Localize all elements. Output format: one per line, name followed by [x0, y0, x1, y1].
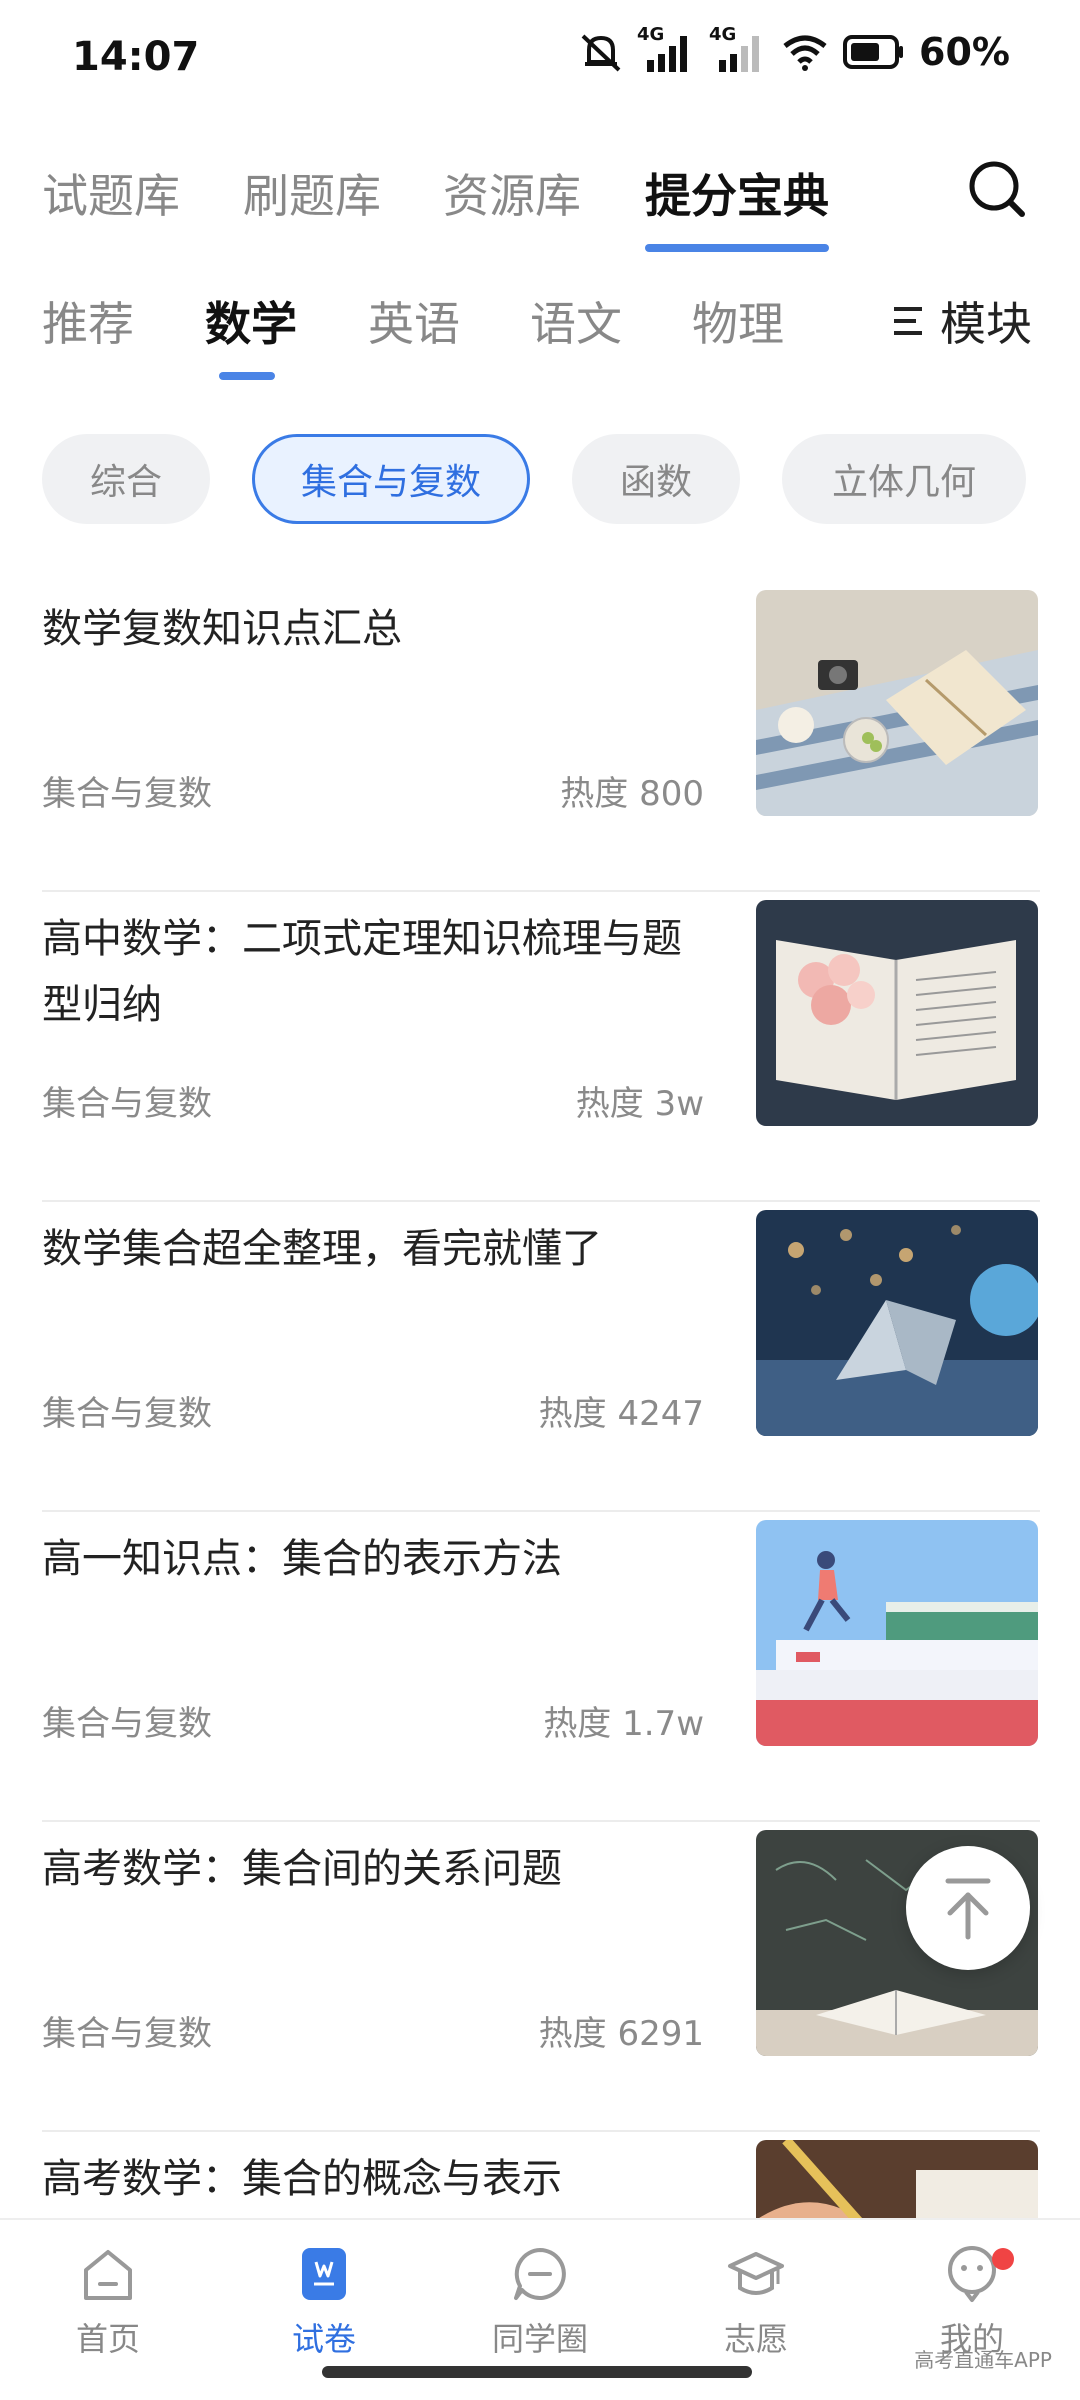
- article-heat: 热度 4247: [538, 1394, 704, 1434]
- article-tag: 集合与复数: [42, 1704, 212, 1744]
- signal-icon-2: 4G: [709, 24, 767, 74]
- article-heat: 热度 1.7w: [543, 1704, 704, 1744]
- article-thumbnail: [756, 590, 1038, 816]
- list-item[interactable]: 高中数学：二项式定理知识梳理与题型归纳 集合与复数 热度 3w: [42, 892, 1040, 1202]
- article-title: 数学集合超全整理，看完就懂了: [42, 1226, 602, 1272]
- article-tag: 集合与复数: [42, 774, 212, 814]
- nav-item-profile[interactable]: 我的: [882, 2244, 1062, 2360]
- tab-label: 提分宝典: [645, 169, 829, 223]
- subject-tab-label: 物理: [692, 297, 784, 351]
- chip-label: 立体几何: [831, 462, 976, 503]
- chip-label: 函数: [619, 462, 692, 503]
- nav-label: 同学圈: [491, 2320, 588, 2358]
- article-title: 高考数学：集合间的关系问题: [42, 1846, 562, 1892]
- menu-icon: [894, 307, 922, 335]
- article-tag: 集合与复数: [42, 1394, 212, 1434]
- nav-item-home[interactable]: 首页: [18, 2244, 198, 2360]
- status-bar: 14:07 4G 4G 60%: [0, 0, 1080, 110]
- subject-tab-math[interactable]: 数学: [205, 288, 297, 380]
- module-button[interactable]: 模块: [892, 288, 1032, 354]
- tab-score-guide[interactable]: 提分宝典: [645, 160, 829, 252]
- chip-general[interactable]: 综合: [42, 434, 210, 524]
- arrow-up-icon: [945, 1878, 991, 1940]
- chip-solid-geometry[interactable]: 立体几何: [782, 434, 1026, 524]
- subject-tab-bar: 推荐 数学 英语 语文 物理 模块: [0, 280, 1080, 380]
- chip-label: 集合与复数: [300, 462, 481, 503]
- article-heat: 热度 800: [560, 774, 704, 814]
- subject-tab-chinese[interactable]: 语文: [530, 288, 622, 354]
- wifi-icon: [783, 35, 827, 71]
- battery-icon: [843, 35, 904, 69]
- battery-percent: 60%: [919, 30, 1010, 74]
- article-list: 数学复数知识点汇总 集合与复数 热度 800 高中数学：二项式定理知识梳理与题型…: [42, 582, 1040, 2400]
- top-tab-bar: 试题库 刷题库 资源库 提分宝典: [0, 150, 1080, 252]
- status-icons: 4G 4G 60%: [579, 24, 1010, 74]
- search-icon: [969, 161, 1025, 217]
- app-watermark: 高考直通车APP: [914, 2348, 1052, 2372]
- signal-icon-1: 4G: [637, 24, 695, 74]
- article-tag: 集合与复数: [42, 1084, 212, 1124]
- article-title: 数学复数知识点汇总: [42, 606, 402, 652]
- tab-resource-bank[interactable]: 资源库: [443, 160, 581, 226]
- article-title: 高中数学：二项式定理知识梳理与题型归纳: [42, 916, 682, 1028]
- active-subject-indicator: [219, 372, 275, 380]
- app-screen: 14:07 4G 4G 60% 试题库 刷题库 资源库 提分宝典 推荐 数学 英…: [0, 0, 1080, 2400]
- subject-tab-label: 数学: [205, 297, 297, 351]
- list-item[interactable]: 高一知识点：集合的表示方法 集合与复数 热度 1.7w: [42, 1512, 1040, 1822]
- notification-badge: [992, 2248, 1014, 2270]
- article-thumbnail: [756, 900, 1038, 1126]
- nav-label: 试卷: [291, 2320, 356, 2358]
- home-indicator[interactable]: [322, 2366, 752, 2378]
- active-tab-indicator: [645, 244, 829, 252]
- tab-label: 资源库: [443, 169, 581, 223]
- chip-label: 综合: [89, 462, 162, 503]
- subject-tab-recommend[interactable]: 推荐: [42, 288, 134, 354]
- article-title: 高考数学：集合的概念与表示: [42, 2156, 562, 2202]
- list-item[interactable]: 数学集合超全整理，看完就懂了 集合与复数 热度 4247: [42, 1202, 1040, 1512]
- list-item[interactable]: 高考数学：集合间的关系问题 集合与复数 热度 6291: [42, 1822, 1040, 2132]
- nav-item-exam[interactable]: 试卷: [234, 2244, 414, 2360]
- exam-paper-icon: [302, 2248, 346, 2300]
- article-heat: 热度 3w: [575, 1084, 704, 1124]
- nav-item-aspiration[interactable]: 志愿: [666, 2244, 846, 2360]
- module-label: 模块: [940, 297, 1032, 351]
- search-button[interactable]: [962, 154, 1032, 224]
- back-to-top-button[interactable]: [906, 1846, 1030, 1970]
- nav-item-classmates[interactable]: 同学圈: [450, 2244, 630, 2360]
- article-thumbnail: [756, 1210, 1038, 1436]
- mute-icon: [581, 34, 621, 72]
- subject-tab-english[interactable]: 英语: [368, 288, 460, 354]
- chip-functions[interactable]: 函数: [572, 434, 740, 524]
- tab-question-bank[interactable]: 试题库: [42, 160, 180, 226]
- article-heat: 热度 6291: [538, 2014, 704, 2054]
- list-item[interactable]: 数学复数知识点汇总 集合与复数 热度 800: [42, 582, 1040, 892]
- status-time: 14:07: [72, 34, 200, 80]
- tab-practice-bank[interactable]: 刷题库: [243, 160, 381, 226]
- home-icon: [84, 2250, 132, 2300]
- nav-label: 首页: [75, 2320, 140, 2358]
- tab-label: 刷题库: [243, 169, 381, 223]
- topic-chip-row: 综合 集合与复数 函数 立体几何: [0, 434, 1080, 526]
- subject-tab-label: 语文: [530, 297, 622, 351]
- subject-tab-physics[interactable]: 物理: [692, 288, 784, 354]
- subject-tab-label: 英语: [368, 297, 460, 351]
- tab-label: 试题库: [42, 169, 180, 223]
- article-title: 高一知识点：集合的表示方法: [42, 1536, 562, 1582]
- article-tag: 集合与复数: [42, 2014, 212, 2054]
- graduation-cap-icon: [728, 2252, 784, 2295]
- chip-sets-complex[interactable]: 集合与复数: [252, 434, 530, 524]
- nav-label: 志愿: [723, 2320, 788, 2358]
- subject-tab-label: 推荐: [42, 297, 134, 351]
- chat-bubble-icon: [514, 2248, 566, 2300]
- article-thumbnail: [756, 1520, 1038, 1746]
